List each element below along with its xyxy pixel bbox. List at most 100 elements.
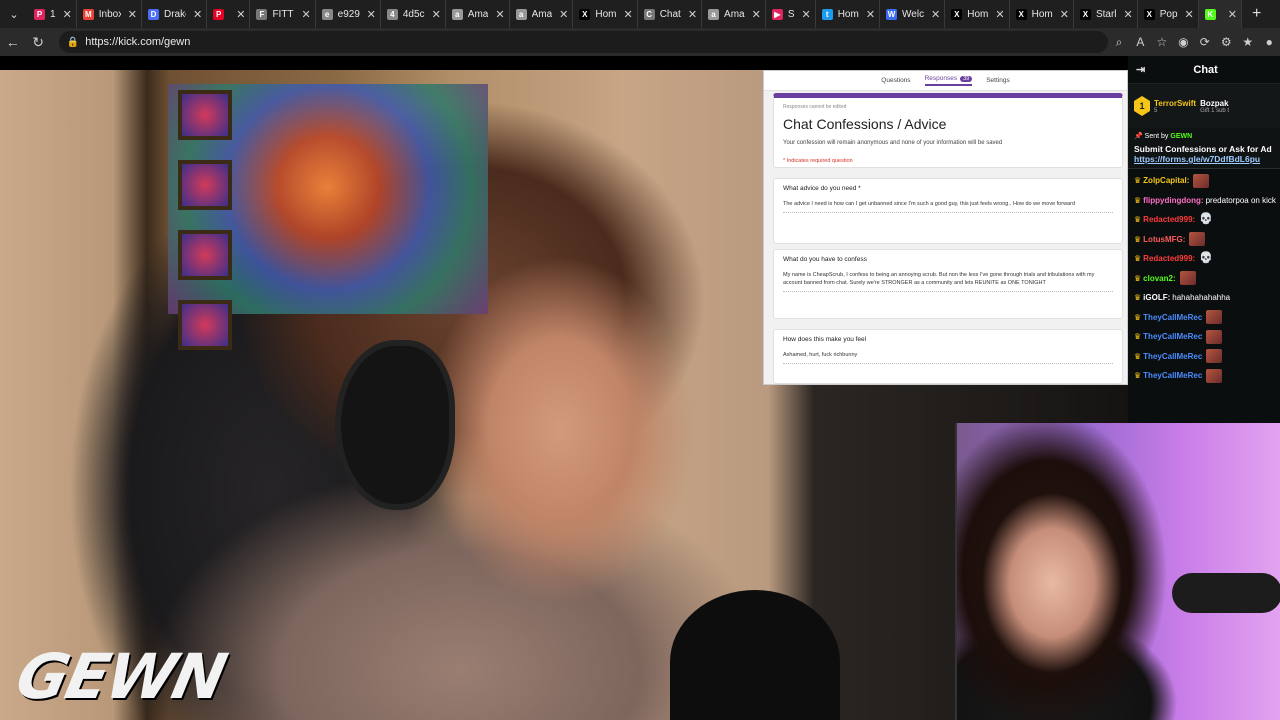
close-tab-icon[interactable]: ✕ bbox=[193, 8, 202, 21]
gift-user-block: TerrorSwift 5 bbox=[1154, 99, 1196, 114]
streamer-logo: GEWN bbox=[10, 640, 232, 713]
browser-tab[interactable]: C Chat ✕ bbox=[638, 0, 703, 28]
tab-search-chevron-icon[interactable]: ⌄ bbox=[0, 8, 28, 21]
close-tab-icon[interactable]: ✕ bbox=[931, 8, 940, 21]
gift-user-1[interactable]: TerrorSwift bbox=[1154, 99, 1196, 108]
form-header-card: Responses cannot be edited Chat Confessi… bbox=[773, 93, 1123, 168]
collapse-chat-icon[interactable]: ⇥ bbox=[1136, 63, 1145, 76]
browser-tab[interactable]: ▶ S ✕ bbox=[766, 0, 816, 28]
question-title: What advice do you need * bbox=[783, 185, 861, 192]
tabs-container: P1✕MInbox✕DDrake✕P✕FFITTI✕ee929✕44d5c✕aA… bbox=[28, 0, 1242, 28]
close-tab-icon[interactable]: ✕ bbox=[367, 8, 376, 21]
lock-icon: 🔒 bbox=[66, 36, 80, 48]
emote-icon bbox=[1206, 368, 1223, 383]
close-tab-icon[interactable]: ✕ bbox=[236, 8, 245, 21]
pinned-link[interactable]: https://forms.gle/w7DdfBdL6pu bbox=[1134, 154, 1274, 164]
close-tab-icon[interactable]: ✕ bbox=[1185, 8, 1194, 21]
close-tab-icon[interactable]: ✕ bbox=[63, 8, 72, 21]
browser-tab[interactable]: e e929 ✕ bbox=[316, 0, 381, 28]
chat-username[interactable]: Redacted999: bbox=[1143, 210, 1195, 230]
refresh-extension-icon[interactable]: ⟳ bbox=[1194, 35, 1215, 49]
close-tab-icon[interactable]: ✕ bbox=[995, 8, 1004, 21]
site-icon: F bbox=[256, 8, 268, 20]
favorites-icon[interactable]: ★ bbox=[1237, 35, 1258, 49]
drive-icon: D bbox=[148, 8, 159, 20]
browser-tab[interactable]: W Welc ✕ bbox=[880, 0, 946, 28]
new-tab-button[interactable]: + bbox=[1242, 5, 1271, 23]
question-title: What do you have to confess bbox=[783, 256, 867, 263]
close-tab-icon[interactable]: ✕ bbox=[1124, 8, 1133, 21]
tab-settings[interactable]: Settings bbox=[986, 77, 1010, 84]
browser-tab[interactable]: M Inbox ✕ bbox=[77, 0, 142, 28]
browser-tab[interactable]: a Ama ✕ bbox=[446, 0, 510, 28]
user-badge-icon: ♛ bbox=[1134, 351, 1142, 361]
browser-tab[interactable]: X Hom ✕ bbox=[945, 0, 1010, 28]
chat-message: ♛ iGOLF: hahahahahahha bbox=[1134, 288, 1274, 308]
extension-icon[interactable]: ◉ bbox=[1173, 35, 1194, 49]
browser-tab[interactable]: D Drake ✕ bbox=[142, 0, 208, 28]
user-badge-icon: ♛ bbox=[1134, 234, 1142, 244]
chat-username[interactable]: LotusMFG: bbox=[1143, 230, 1185, 250]
user-badge-icon: ♛ bbox=[1134, 195, 1142, 205]
chat-username[interactable]: TheyCallMeRec bbox=[1143, 308, 1202, 328]
response-count-badge: 39 bbox=[960, 76, 973, 82]
close-tab-icon[interactable]: ✕ bbox=[623, 8, 632, 21]
browser-tab[interactable]: X Hom ✕ bbox=[1010, 0, 1074, 28]
close-tab-icon[interactable]: ✕ bbox=[559, 8, 568, 21]
tab-strip: ⌄ P1✕MInbox✕DDrake✕P✕FFITTI✕ee929✕44d5c✕… bbox=[0, 0, 1280, 28]
browser-tab[interactable]: P ✕ bbox=[207, 0, 251, 28]
browser-tab[interactable]: K ✕ bbox=[1198, 0, 1242, 28]
browser-tab[interactable]: P 1 ✕ bbox=[28, 0, 77, 28]
chat-username[interactable]: Redacted999: bbox=[1143, 249, 1195, 269]
youtube-icon: ▶ bbox=[771, 8, 783, 20]
url-field[interactable]: 🔒 https://kick.com/gewn bbox=[58, 31, 1109, 53]
gift-user-block: Bozpak Gift 1 sub t bbox=[1200, 99, 1229, 114]
emote-icon bbox=[1206, 329, 1223, 344]
chat-username[interactable]: TheyCallMeRec bbox=[1143, 327, 1202, 347]
close-tab-icon[interactable]: ✕ bbox=[688, 8, 697, 21]
tab-responses[interactable]: Responses 39 bbox=[924, 75, 973, 86]
chat-username[interactable]: TheyCallMeRec bbox=[1143, 366, 1202, 386]
chat-message: ♛ LotusMFG: bbox=[1134, 230, 1274, 250]
close-tab-icon[interactable]: ✕ bbox=[1060, 8, 1069, 21]
tab-questions[interactable]: Questions bbox=[881, 77, 910, 84]
browser-tab[interactable]: X Starl ✕ bbox=[1074, 0, 1138, 28]
pinned-sender[interactable]: GEWN bbox=[1170, 133, 1192, 140]
zoom-icon[interactable]: ⌕ bbox=[1108, 35, 1129, 50]
chat-message: ♛ Redacted999: 💀 bbox=[1134, 210, 1274, 230]
close-tab-icon[interactable]: ✕ bbox=[752, 8, 761, 21]
reload-button[interactable]: ↻ bbox=[25, 34, 50, 51]
stream-player[interactable]: GEWN Questions Responses 39 Settings Resp… bbox=[0, 56, 1280, 720]
chat-username[interactable]: ZolpCapital: bbox=[1143, 171, 1189, 191]
close-tab-icon[interactable]: ✕ bbox=[128, 8, 137, 21]
browser-tab[interactable]: X Hom ✕ bbox=[573, 0, 638, 28]
close-tab-icon[interactable]: ✕ bbox=[866, 8, 875, 21]
close-tab-icon[interactable]: ✕ bbox=[432, 8, 441, 21]
question-card: What advice do you need * The advice I n… bbox=[773, 178, 1123, 244]
question-card: What do you have to confess My name is C… bbox=[773, 249, 1123, 319]
chat-message: ♛ TheyCallMeRec bbox=[1134, 366, 1274, 386]
chat-username[interactable]: clovan2: bbox=[1143, 269, 1175, 289]
profile-avatar[interactable]: ● bbox=[1258, 35, 1279, 49]
chat-username[interactable]: iGOLF: bbox=[1143, 288, 1170, 308]
chat-username[interactable]: flippydingdong: bbox=[1143, 191, 1203, 211]
close-tab-icon[interactable]: ✕ bbox=[495, 8, 504, 21]
close-tab-icon[interactable]: ✕ bbox=[801, 8, 810, 21]
browser-tab[interactable]: a Ama ✕ bbox=[702, 0, 766, 28]
close-tab-icon[interactable]: ✕ bbox=[301, 8, 310, 21]
close-tab-icon[interactable]: ✕ bbox=[1228, 8, 1237, 21]
chat-username[interactable]: TheyCallMeRec bbox=[1143, 347, 1202, 367]
browser-tab[interactable]: t Hom ✕ bbox=[816, 0, 881, 28]
browser-tab[interactable]: 4 4d5c ✕ bbox=[381, 0, 446, 28]
amazon-icon: a bbox=[451, 8, 463, 20]
gift-user-2[interactable]: Bozpak bbox=[1200, 99, 1229, 108]
read-aloud-icon[interactable]: A bbox=[1130, 35, 1151, 49]
pinterest-icon: P bbox=[34, 8, 45, 20]
favorite-star-icon[interactable]: ☆ bbox=[1151, 35, 1172, 49]
browser-tab[interactable]: a Ama ✕ bbox=[510, 0, 574, 28]
browser-tab[interactable]: F FITTI ✕ bbox=[250, 0, 316, 28]
extensions-puzzle-icon[interactable]: ⚙ bbox=[1216, 35, 1237, 49]
browser-tab[interactable]: X Pop ✕ bbox=[1138, 0, 1199, 28]
chat-message: ♛ TheyCallMeRec bbox=[1134, 327, 1274, 347]
back-button[interactable]: ← bbox=[0, 34, 25, 50]
